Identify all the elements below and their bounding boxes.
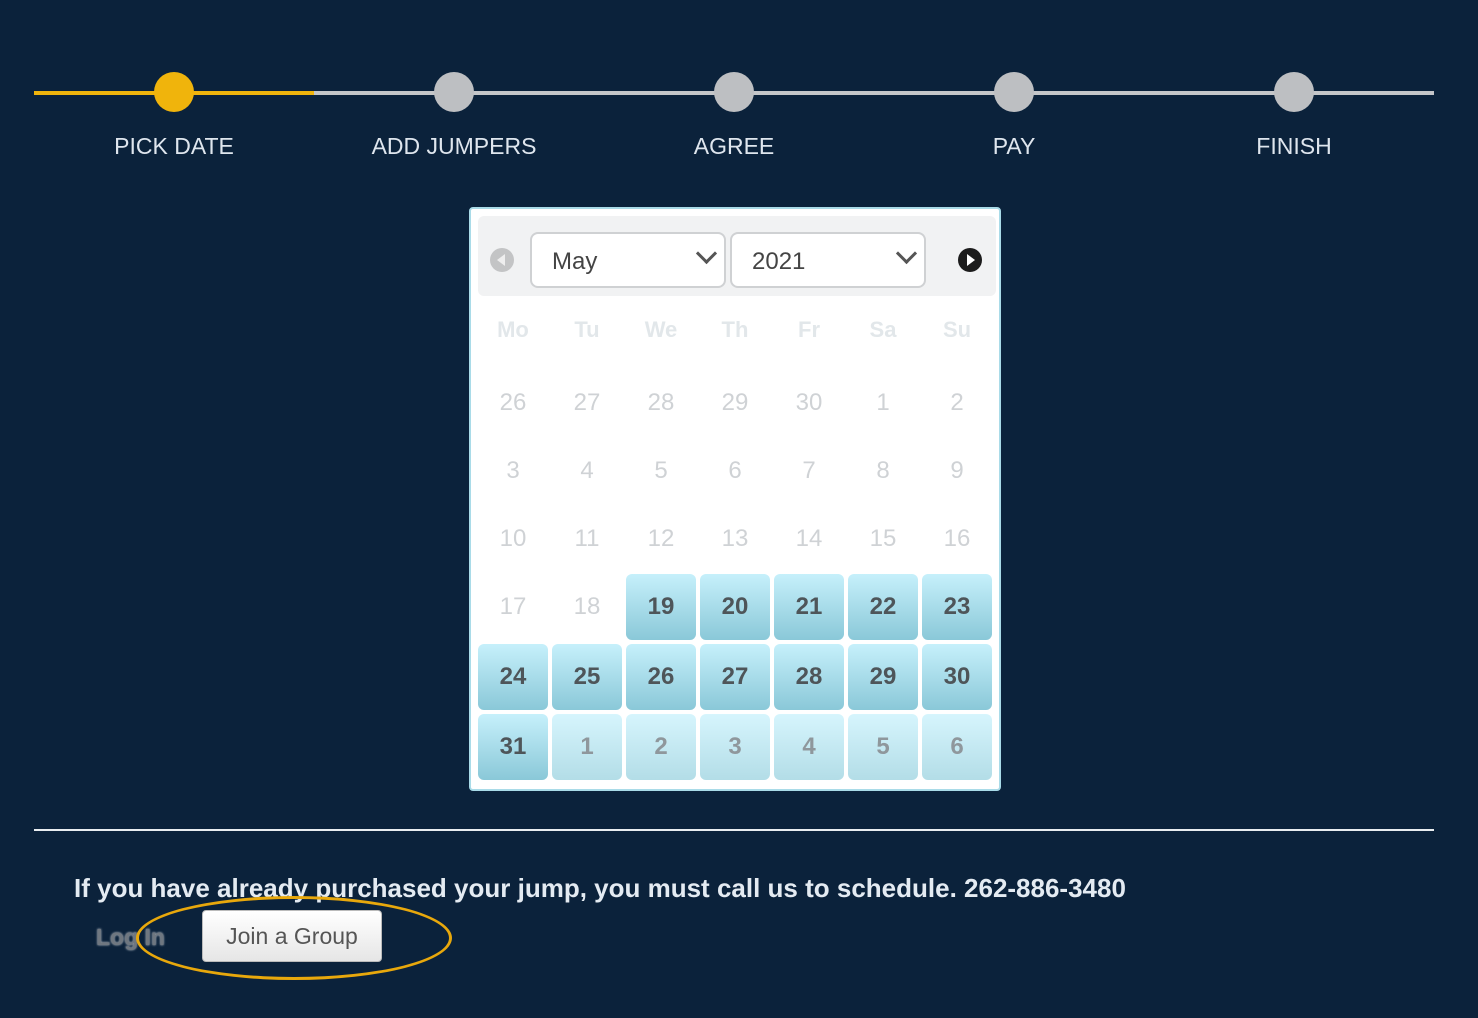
day-cell: 29 [721,389,749,416]
day-cell[interactable]: 4 [774,714,844,780]
day-cell: 1 [876,389,890,416]
day-cell: 3 [506,457,520,484]
day-cell[interactable]: 28 [774,644,844,710]
circle-chevron-left-icon[interactable] [490,248,514,272]
day-cell[interactable]: 20 [700,574,770,640]
day-cell: 18 [573,593,601,620]
day-cell: 14 [795,525,823,552]
step-label: ADD JUMPERS [371,133,537,159]
day-cell[interactable]: 31 [478,714,548,780]
day-cell[interactable]: 3 [700,714,770,780]
day-cell: 5 [654,457,668,484]
day-cell: 8 [876,457,890,484]
step-marker [994,72,1034,112]
day-cell: 15 [869,525,897,552]
day-cell[interactable]: 21 [774,574,844,640]
day-cell[interactable]: 19 [626,574,696,640]
day-cell: 10 [499,525,527,552]
step-label: PICK DATE [114,133,234,159]
chevron-down-icon [695,242,718,265]
day-cell: 13 [721,525,749,552]
calendar-header: May 2021 [478,216,996,296]
day-cell[interactable]: 6 [922,714,992,780]
day-cell[interactable]: 26 [626,644,696,710]
step-marker [714,72,754,112]
day-cell: 28 [647,389,675,416]
day-cell: 11 [574,525,600,552]
year-select[interactable]: 2021 [730,232,926,288]
day-cell: 27 [573,389,601,416]
step-label: PAY [992,133,1036,159]
day-cell: 2 [950,389,964,416]
year-value: 2021 [752,248,806,275]
circle-chevron-right-icon[interactable] [958,248,982,272]
day-cell: 9 [950,457,964,484]
day-cell[interactable]: 23 [922,574,992,640]
date-picker: May 2021 Mo Tu We Th Fr Sa Su 26 27 28 29 30 1 2 3 4 5 6… [469,207,1001,791]
step-marker [1274,72,1314,112]
day-cell[interactable]: 22 [848,574,918,640]
weekday-header: Su [942,317,972,342]
weekday-header: Fr [798,317,820,342]
day-cell: 6 [728,457,742,484]
day-cell: 17 [499,593,527,620]
day-cell[interactable]: 1 [552,714,622,780]
day-cell[interactable]: 24 [478,644,548,710]
day-cell: 30 [795,389,823,416]
step-label: AGREE [693,133,775,159]
month-select[interactable]: May [530,232,726,288]
step-marker [434,72,474,112]
day-cell: 12 [647,525,675,552]
day-cell: 4 [580,457,594,484]
day-cell[interactable]: 27 [700,644,770,710]
chevron-down-icon [895,242,918,265]
highlight-ellipse [136,896,452,980]
weekday-header: Th [721,317,749,342]
day-cell[interactable]: 25 [552,644,622,710]
day-cell: 26 [499,389,527,416]
month-value: May [552,248,598,275]
weekday-header: Sa [869,317,897,342]
weekday-header: We [644,317,678,342]
divider [34,829,1434,831]
day-cell[interactable]: 2 [626,714,696,780]
step-marker [154,72,194,112]
day-cell: 7 [802,457,816,484]
day-cell[interactable]: 5 [848,714,918,780]
step-label: FINISH [1256,133,1332,159]
weekday-header: Tu [574,317,600,342]
weekday-header: Mo [497,317,529,342]
day-cell[interactable]: 30 [922,644,992,710]
day-cell[interactable]: 29 [848,644,918,710]
day-cell: 16 [943,525,971,552]
